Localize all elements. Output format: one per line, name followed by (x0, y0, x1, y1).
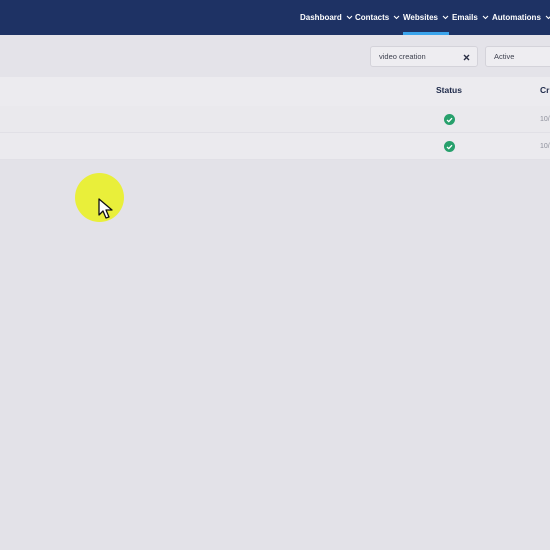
row-date: 10/ (540, 143, 550, 150)
status-filter-value: Active (494, 52, 515, 61)
cursor-arrow-icon (98, 198, 113, 219)
table-row[interactable] (0, 106, 550, 133)
chevron-down-icon (393, 15, 400, 20)
row-date: 10/ (540, 116, 550, 123)
clear-search-button[interactable] (460, 51, 472, 63)
table-header (0, 77, 550, 106)
nav-item-contacts[interactable]: Contacts (355, 0, 400, 35)
chevron-down-icon (346, 15, 353, 20)
chevron-down-icon (442, 15, 449, 20)
search-input-value: video creation (379, 52, 426, 61)
check-circle-icon (444, 141, 455, 152)
search-input[interactable]: video creation (370, 46, 478, 67)
nav-item-automations[interactable]: Automations (492, 0, 550, 35)
top-navigation-bar: Dashboard Contacts Websites Emails Autom… (0, 0, 550, 35)
nav-item-label: Websites (403, 13, 438, 22)
check-circle-icon (444, 114, 455, 125)
column-header-status[interactable]: Status (436, 85, 462, 95)
row-divider (0, 159, 550, 160)
nav-item-emails[interactable]: Emails (452, 0, 489, 35)
close-icon (463, 54, 469, 60)
column-header-created[interactable]: Cr (540, 85, 549, 95)
nav-item-label: Dashboard (300, 13, 342, 22)
nav-item-dashboard[interactable]: Dashboard (300, 0, 353, 35)
status-filter-select[interactable]: Active (485, 46, 550, 67)
nav-item-websites[interactable]: Websites (403, 0, 449, 35)
chevron-down-icon (545, 15, 550, 20)
table-row[interactable] (0, 133, 550, 160)
nav-item-label: Automations (492, 13, 541, 22)
nav-item-label: Contacts (355, 13, 390, 22)
chevron-down-icon (482, 15, 489, 20)
nav-item-label: Emails (452, 13, 478, 22)
